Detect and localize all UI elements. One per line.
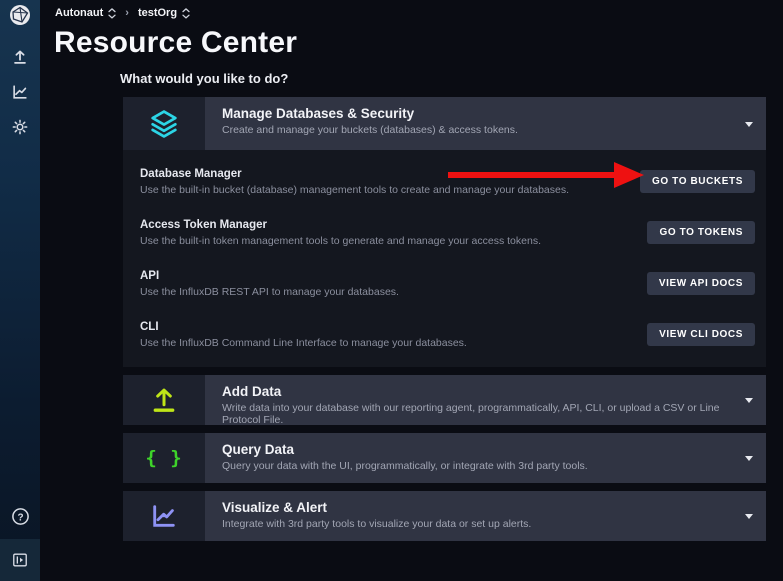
- card-title: Visualize & Alert: [222, 500, 736, 515]
- chevron-down-icon[interactable]: [745, 456, 753, 461]
- upload-icon: [149, 385, 179, 415]
- card-header-band: Add Data Write data into your database w…: [205, 375, 766, 425]
- go-to-buckets-button[interactable]: GO TO BUCKETS: [640, 170, 755, 193]
- sidebar: ?: [0, 0, 40, 581]
- row-description: Use the InfluxDB REST API to manage your…: [140, 286, 399, 298]
- row-text: Database Manager Use the built-in bucket…: [140, 168, 569, 196]
- card-header-band: Query Data Query your data with the UI, …: [205, 433, 766, 483]
- card-icon-cell: { }: [123, 433, 205, 483]
- view-cli-docs-button[interactable]: VIEW CLI DOCS: [647, 323, 755, 346]
- row-text: CLI Use the InfluxDB Command Line Interf…: [140, 321, 467, 349]
- card-title: Manage Databases & Security: [222, 106, 736, 121]
- influxdata-logo-icon: [8, 3, 32, 27]
- chevron-down-icon[interactable]: [745, 398, 753, 403]
- chevron-updown-icon: [182, 8, 190, 19]
- row-text: API Use the InfluxDB REST API to manage …: [140, 270, 399, 298]
- breadcrumb-separator-icon: ›: [125, 7, 129, 19]
- row-title: CLI: [140, 321, 467, 333]
- row-text: Access Token Manager Use the built-in to…: [140, 219, 541, 247]
- card-subtitle: Write data into your database with our r…: [222, 402, 736, 426]
- row-cli: CLI Use the InfluxDB Command Line Interf…: [123, 310, 766, 359]
- help-icon: ?: [11, 507, 30, 526]
- card-icon-cell: [123, 375, 205, 425]
- card-manage-databases-security: Manage Databases & Security Create and m…: [123, 97, 766, 367]
- row-database-manager: Database Manager Use the built-in bucket…: [123, 157, 766, 206]
- buckets-layers-icon: [147, 107, 181, 141]
- resource-center-page: ? Autonaut: [0, 0, 783, 581]
- chevron-updown-icon: [108, 8, 116, 19]
- breadcrumb: Autonaut › testOrg: [55, 7, 190, 19]
- resource-cards: Manage Databases & Security Create and m…: [123, 97, 766, 549]
- go-to-tokens-button[interactable]: GO TO TOKENS: [647, 221, 755, 244]
- settings-gear-icon: [11, 118, 29, 136]
- card-query-data: { } Query Data Query your data with the …: [123, 433, 766, 483]
- line-chart-icon: [149, 501, 179, 531]
- row-description: Use the InfluxDB Command Line Interface …: [140, 337, 467, 349]
- card-manage-databases-header[interactable]: Manage Databases & Security Create and m…: [123, 97, 766, 150]
- row-title: API: [140, 270, 399, 282]
- row-title: Database Manager: [140, 168, 569, 180]
- chevron-down-icon[interactable]: [745, 122, 753, 127]
- card-header-band: Manage Databases & Security Create and m…: [205, 97, 766, 150]
- sidebar-nav: [0, 46, 40, 138]
- influxdata-logo[interactable]: [0, 0, 40, 30]
- card-expanded-body: Database Manager Use the built-in bucket…: [123, 150, 766, 367]
- row-title: Access Token Manager: [140, 219, 541, 231]
- sidebar-bottom: ?: [0, 493, 40, 581]
- svg-text:?: ?: [17, 512, 23, 523]
- org-selector[interactable]: Autonaut: [55, 7, 116, 19]
- card-icon-cell: [123, 97, 205, 150]
- card-query-data-header[interactable]: { } Query Data Query your data with the …: [123, 433, 766, 483]
- card-add-data-header[interactable]: Add Data Write data into your database w…: [123, 375, 766, 425]
- graphs-icon: [11, 83, 29, 101]
- sidebar-item-data-explorer[interactable]: [9, 81, 31, 103]
- org-name: Autonaut: [55, 7, 103, 19]
- card-subtitle: Integrate with 3rd party tools to visual…: [222, 518, 736, 530]
- sidebar-footer: [0, 539, 40, 581]
- chevron-down-icon[interactable]: [745, 514, 753, 519]
- card-add-data: Add Data Write data into your database w…: [123, 375, 766, 425]
- row-api: API Use the InfluxDB REST API to manage …: [123, 259, 766, 308]
- page-title: Resource Center: [54, 26, 297, 60]
- card-icon-cell: [123, 491, 205, 541]
- page-prompt: What would you like to do?: [120, 71, 288, 86]
- upload-icon: [11, 48, 29, 66]
- sidebar-item-settings[interactable]: [9, 116, 31, 138]
- row-description: Use the built-in bucket (database) manag…: [140, 184, 569, 196]
- sidebar-item-load-data[interactable]: [9, 46, 31, 68]
- curly-braces-icon: { }: [145, 447, 182, 469]
- expand-panel-icon: [12, 552, 28, 568]
- project-name: testOrg: [138, 7, 177, 19]
- expand-sidebar-button[interactable]: [9, 549, 31, 571]
- project-selector[interactable]: testOrg: [138, 7, 190, 19]
- card-title: Query Data: [222, 442, 736, 457]
- card-visualize-alert: Visualize & Alert Integrate with 3rd par…: [123, 491, 766, 541]
- card-subtitle: Query your data with the UI, programmati…: [222, 460, 736, 472]
- row-description: Use the built-in token management tools …: [140, 235, 541, 247]
- card-title: Add Data: [222, 384, 736, 399]
- card-visualize-alert-header[interactable]: Visualize & Alert Integrate with 3rd par…: [123, 491, 766, 541]
- view-api-docs-button[interactable]: VIEW API DOCS: [647, 272, 755, 295]
- row-access-token-manager: Access Token Manager Use the built-in to…: [123, 208, 766, 257]
- help-button[interactable]: ?: [9, 505, 31, 527]
- card-header-band: Visualize & Alert Integrate with 3rd par…: [205, 491, 766, 541]
- card-subtitle: Create and manage your buckets (database…: [222, 124, 736, 136]
